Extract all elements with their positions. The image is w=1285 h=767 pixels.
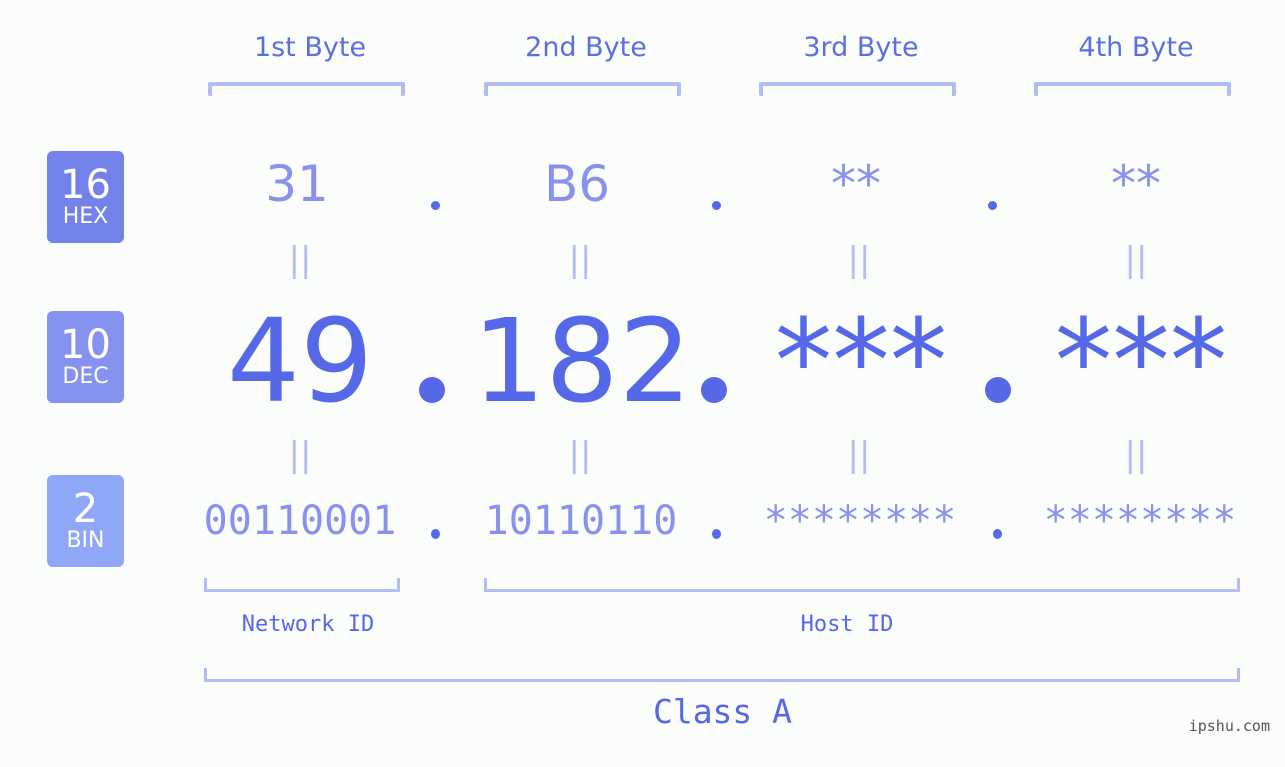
byte-bracket-4 [1034, 82, 1231, 96]
dec-value-4: *** [1054, 295, 1228, 429]
hex-badge-number: 16 [60, 162, 111, 208]
dec-value-2: 182 [472, 295, 692, 429]
dec-badge: 10 DEC [47, 311, 124, 403]
dec-separator-dot-3 [985, 377, 1011, 403]
hex-value-4: ** [1111, 155, 1161, 213]
bin-badge-number: 2 [72, 486, 99, 532]
bin-value-2: 10110110 [484, 498, 678, 544]
hex-value-3: ** [831, 155, 881, 213]
dec-badge-number: 10 [60, 322, 111, 368]
class-label: Class A [652, 692, 793, 731]
hex-separator-dot-2 [712, 201, 721, 210]
bin-value-1: 00110001 [203, 498, 397, 544]
hex-value-1: 31 [265, 155, 329, 213]
bin-separator-dot-2 [712, 529, 721, 539]
dec-separator-dot-2 [701, 377, 727, 403]
network-id-bracket [204, 578, 400, 592]
hex-badge: 16 HEX [47, 151, 124, 243]
hex-badge-label: HEX [62, 204, 109, 229]
byte-bracket-1 [208, 82, 405, 96]
bin-value-4: ******** [1043, 498, 1237, 544]
watermark: ipshu.com [1188, 717, 1270, 735]
dec-value-3: *** [774, 295, 948, 429]
hex-separator-dot-1 [431, 201, 440, 210]
bin-badge-label: BIN [66, 528, 105, 553]
byte-bracket-3 [759, 82, 956, 96]
equals-icon: || [1124, 240, 1148, 280]
hex-separator-dot-3 [988, 201, 997, 210]
equals-icon: || [288, 240, 312, 280]
byte-header-3: 3rd Byte [803, 32, 919, 63]
hex-value-2: B6 [543, 155, 611, 213]
equals-icon: || [568, 240, 592, 280]
dec-separator-dot-1 [419, 377, 445, 403]
byte-bracket-2 [484, 82, 681, 96]
dec-value-1: 49 [226, 295, 374, 429]
byte-header-4: 4th Byte [1078, 32, 1194, 63]
dec-badge-label: DEC [62, 364, 109, 389]
equals-icon: || [847, 240, 871, 280]
bin-value-3: ******** [763, 498, 957, 544]
equals-icon: || [847, 435, 871, 475]
equals-icon: || [1124, 435, 1148, 475]
host-id-label: Host ID [800, 612, 894, 637]
equals-icon: || [288, 435, 312, 475]
equals-icon: || [568, 435, 592, 475]
bin-separator-dot-1 [431, 529, 440, 539]
host-id-bracket [484, 578, 1240, 592]
byte-header-1: 1st Byte [253, 32, 367, 63]
bin-separator-dot-3 [993, 529, 1002, 539]
bin-badge: 2 BIN [47, 475, 124, 567]
class-bracket [204, 668, 1240, 682]
byte-header-2: 2nd Byte [525, 32, 647, 63]
network-id-label: Network ID [241, 612, 375, 637]
